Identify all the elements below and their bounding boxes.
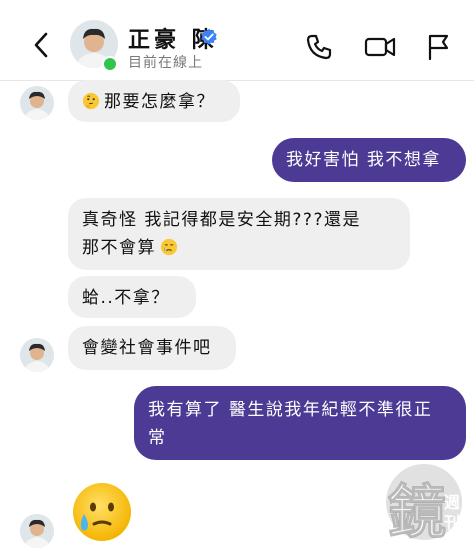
online-status-text: 目前在線上 [128,55,203,71]
message-text: 蛤..不拿？ [82,288,170,308]
crying-face-icon [160,238,178,256]
watermark-big-char: 鏡 [388,478,446,546]
video-camera-icon [364,37,396,57]
message-text: 會變社會事件吧 [82,338,212,358]
sad-but-relieved-face-icon[interactable] [70,480,134,544]
contact-avatar-small[interactable] [20,338,54,372]
message-text-line: 我有算了 醫生說我年紀輕不準很正 [148,400,433,420]
thinking-face-icon [82,92,100,110]
video-call-button[interactable] [364,32,396,62]
message-text: 那要怎麼拿？ [104,92,215,112]
chat-header: 正豪 陳 目前在線上 [0,0,474,81]
call-button[interactable] [304,32,336,62]
watermark-small-char-2: 刊 [444,513,460,532]
flag-icon [428,34,449,61]
message-bubble-incoming[interactable]: 那要怎麼拿？ [68,80,240,122]
contact-avatar-small[interactable] [20,86,54,120]
verified-badge-icon [201,28,217,45]
message-text-line: 那不會算 [82,238,156,258]
chevron-left-icon [34,32,48,58]
phone-icon [306,34,332,60]
message-text: 我好害怕 我不想拿 [286,150,441,170]
report-button[interactable] [426,32,458,62]
message-bubble-incoming[interactable]: 會變社會事件吧 [68,326,236,370]
message-bubble-incoming[interactable]: 真奇怪 我記得都是安全期???還是 那不會算 [68,198,410,270]
message-bubble-incoming[interactable]: 蛤..不拿？ [68,276,196,318]
contact-avatar-small[interactable] [20,514,54,548]
online-status-indicator [102,56,118,72]
message-bubble-outgoing[interactable]: 我好害怕 我不想拿 [272,138,466,182]
magazine-watermark-logo: 鏡 週 刊 [384,446,470,547]
watermark-small-char-1: 週 [444,493,460,512]
message-text-line: 真奇怪 我記得都是安全期???還是 [82,210,361,230]
back-button[interactable] [26,30,56,60]
